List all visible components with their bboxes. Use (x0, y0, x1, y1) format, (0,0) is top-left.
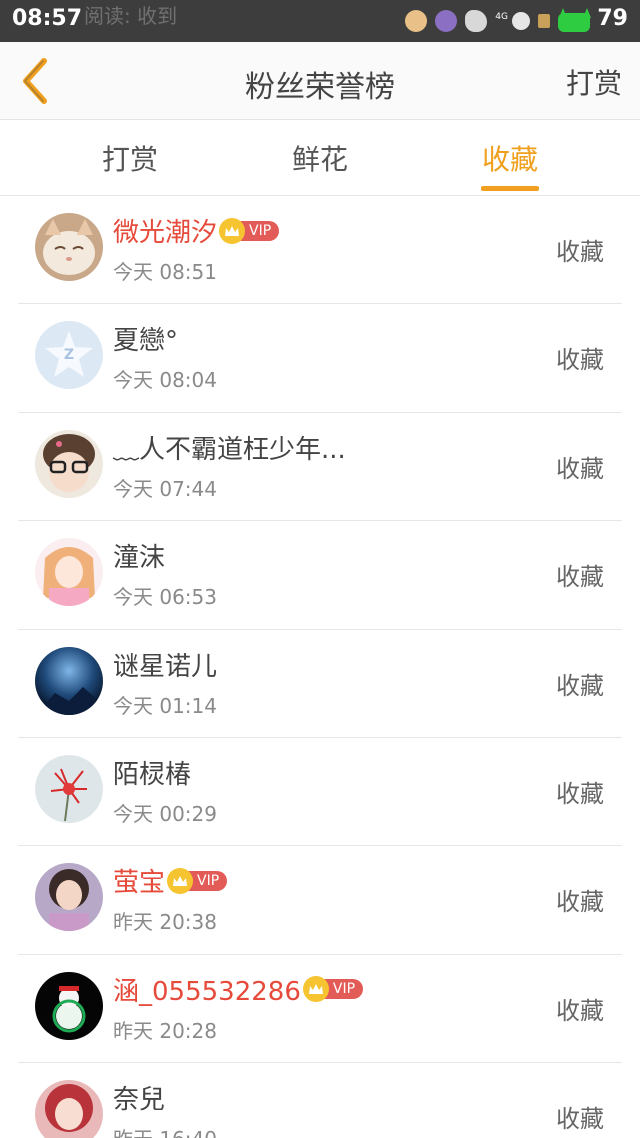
timestamp: 今天 01:14 (113, 693, 217, 718)
girl-photo-avatar (35, 863, 103, 932)
favorite-label: 收藏 (556, 1105, 604, 1134)
status-bar: 08:57 阅读: 收到 4G 79 (0, 0, 640, 42)
mouse-icon (465, 10, 488, 32)
timestamp: 今天 00:29 (113, 801, 217, 826)
username: 潼沫 (113, 543, 166, 574)
username: ﹏人不霸道枉少年... (113, 434, 346, 465)
timestamp: 昨天 16:40 (113, 1123, 217, 1138)
cat-avatar (35, 213, 103, 281)
timestamp: 今天 07:44 (113, 476, 217, 501)
tab-flowers[interactable]: 鲜花 (270, 138, 370, 178)
list-item[interactable]: 涵_055532286 VIP 昨天 20:28 收藏 (18, 955, 622, 1064)
signal-icon (538, 14, 550, 28)
list-item[interactable]: ﹏人不霸道枉少年... 今天 07:44 收藏 (18, 413, 622, 522)
fan-list: 微光潮汐 VIP 今天 08:51 收藏 Z 夏戀° 今天 08:04 收藏 ﹏… (0, 196, 640, 1138)
battery-icon (558, 8, 592, 34)
list-item[interactable]: 奈兒 昨天 16:40 收藏 (18, 1063, 622, 1138)
timestamp: 昨天 20:38 (113, 910, 217, 935)
timestamp: 今天 08:04 (113, 368, 217, 393)
favorite-label: 收藏 (556, 346, 604, 375)
tab-reward[interactable]: 打赏 (80, 138, 180, 178)
crown-icon (219, 217, 246, 244)
favorite-label: 收藏 (556, 563, 604, 592)
crown-icon (302, 976, 329, 1003)
notification-ticker: 阅读: 收到 (84, 4, 178, 28)
username: 微光潮汐 VIP (113, 212, 280, 249)
vip-badge: VIP (219, 217, 280, 244)
battery-level: 79 (597, 6, 628, 31)
active-tab-indicator (481, 186, 539, 191)
username: 萤宝 VIP (113, 862, 228, 899)
list-item[interactable]: Z 夏戀° 今天 08:04 收藏 (18, 304, 622, 413)
snowman-avatar (35, 971, 103, 1040)
app-header: 粉丝荣誉榜 打赏 (0, 42, 640, 120)
tab-favorites[interactable]: 收藏 (460, 138, 560, 178)
network-type: 4G (495, 12, 508, 22)
anime-girl-avatar (35, 538, 103, 607)
red-hair-girl-avatar (35, 1080, 103, 1138)
glasses-girl-avatar (35, 429, 103, 498)
favorite-label: 收藏 (556, 454, 604, 483)
timestamp: 昨天 20:28 (113, 1018, 217, 1043)
app-notification-icon (435, 10, 458, 32)
favorite-label: 收藏 (556, 888, 604, 917)
username: 夏戀° (113, 326, 179, 357)
list-item[interactable]: 谜星诺儿 今天 01:14 收藏 (18, 630, 622, 738)
vip-badge: VIP (167, 867, 228, 894)
reward-button[interactable]: 打赏 (566, 62, 622, 102)
list-item[interactable]: 萤宝 VIP 昨天 20:38 收藏 (18, 846, 622, 955)
svg-text:Z: Z (64, 347, 74, 363)
page-title: 粉丝荣誉榜 (245, 70, 395, 105)
username: 涵_055532286 VIP (113, 971, 364, 1008)
favorite-label: 收藏 (556, 779, 604, 808)
list-item[interactable]: 潼沫 今天 06:53 收藏 (18, 521, 622, 630)
username: 陌棂椿 (113, 759, 192, 790)
favorite-label: 收藏 (556, 996, 604, 1025)
timestamp: 今天 08:51 (113, 260, 217, 284)
favorite-label: 收藏 (556, 671, 604, 700)
red-flower-avatar (35, 754, 103, 823)
status-icons: 4G (405, 8, 550, 34)
status-time: 08:57 (12, 6, 83, 31)
night-sky-avatar (35, 646, 103, 715)
crown-icon (167, 867, 194, 894)
qzone-avatar: Z (35, 321, 103, 390)
tab-bar: 打赏 鲜花 收藏 (0, 120, 640, 196)
timestamp: 今天 06:53 (113, 585, 217, 610)
vip-badge: VIP (302, 976, 364, 1003)
favorite-label: 收藏 (556, 238, 604, 266)
username: 奈兒 (113, 1085, 166, 1116)
paw-icon (512, 12, 530, 30)
list-item[interactable]: 微光潮汐 VIP 今天 08:51 收藏 (18, 196, 622, 305)
app-notification-icon (405, 10, 428, 32)
list-item[interactable]: 陌棂椿 今天 00:29 收藏 (18, 738, 622, 847)
username: 谜星诺儿 (113, 651, 218, 682)
